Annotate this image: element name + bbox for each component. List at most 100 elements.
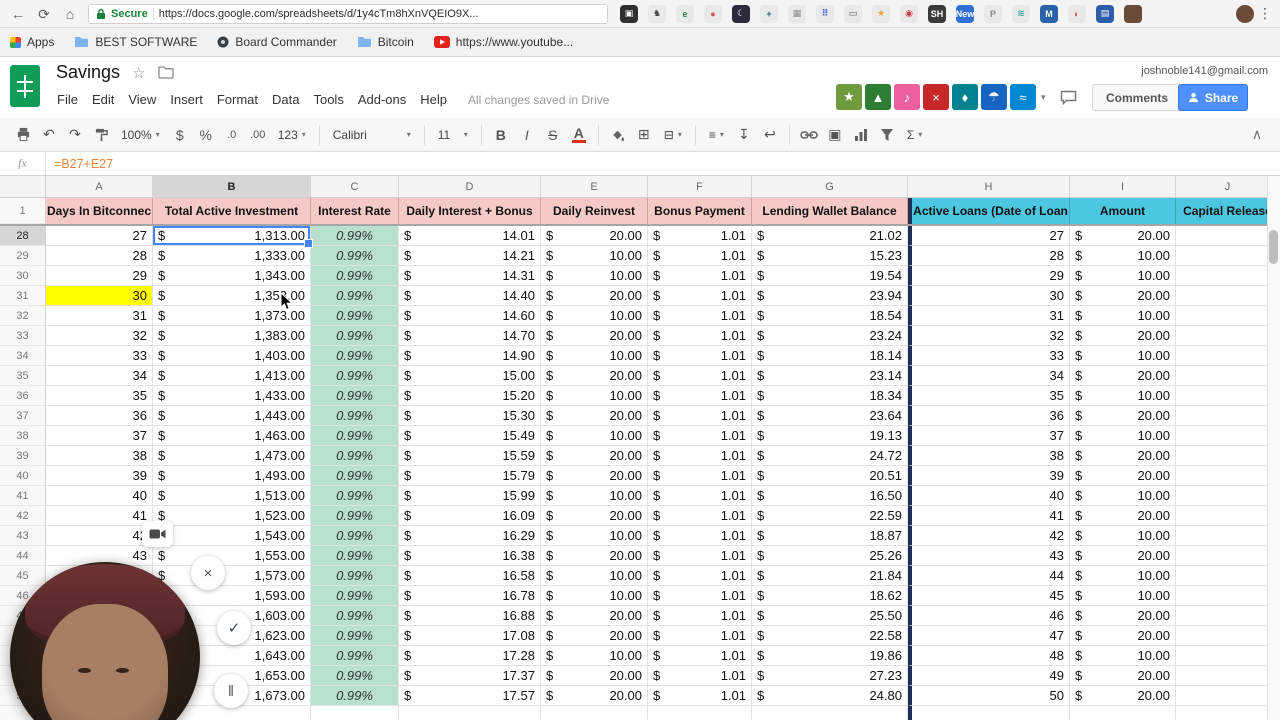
cell-H44[interactable]: 43 <box>908 546 1070 566</box>
row-header-42[interactable]: 42 <box>0 506 46 526</box>
cell-G41[interactable]: $16.50 <box>752 486 908 506</box>
cell-G51[interactable]: $24.80 <box>752 686 908 706</box>
account-email[interactable]: joshnoble141@gmail.com <box>1141 65 1268 77</box>
extension-icon[interactable]: SH <box>928 5 946 23</box>
extension-icon[interactable]: ★ <box>872 5 890 23</box>
home-icon[interactable]: ⌂ <box>58 3 82 25</box>
cell-G37[interactable]: $23.64 <box>752 406 908 426</box>
cell-C33[interactable]: 0.99% <box>311 326 399 346</box>
cell-C40[interactable]: 0.99% <box>311 466 399 486</box>
cell-B37[interactable]: $1,443.00 <box>153 406 311 426</box>
text-wrap-button[interactable]: ↩ <box>757 122 783 148</box>
cell-D46[interactable]: $16.78 <box>399 586 541 606</box>
extension-icon[interactable]: ▦ <box>788 5 806 23</box>
reload-icon[interactable]: ⟳ <box>32 3 56 25</box>
cell-I34[interactable]: $10.00 <box>1070 346 1176 366</box>
italic-button[interactable]: I <box>514 122 540 148</box>
cell-G44[interactable]: $25.26 <box>752 546 908 566</box>
row-header-31[interactable]: 31 <box>0 286 46 306</box>
bookmark-folder-best-software[interactable]: BEST SOFTWARE <box>74 35 197 49</box>
extension-icon[interactable]: ● <box>704 5 722 23</box>
cell-I28[interactable]: $20.00 <box>1070 226 1176 246</box>
cell-I45[interactable]: $10.00 <box>1070 566 1176 586</box>
cell-B34[interactable]: $1,403.00 <box>153 346 311 366</box>
row-header-29[interactable]: 29 <box>0 246 46 266</box>
cell-D30[interactable]: $14.31 <box>399 266 541 286</box>
cell-C37[interactable]: 0.99% <box>311 406 399 426</box>
cell-I39[interactable]: $20.00 <box>1070 446 1176 466</box>
cell[interactable] <box>541 706 648 720</box>
strikethrough-button[interactable]: S <box>540 122 566 148</box>
cell-C41[interactable]: 0.99% <box>311 486 399 506</box>
zoom-select[interactable]: 100%▾ <box>114 122 167 148</box>
row-header-35[interactable]: 35 <box>0 366 46 386</box>
bookmark-apps[interactable]: Apps <box>10 35 54 49</box>
cell-E40[interactable]: $20.00 <box>541 466 648 486</box>
cell-B38[interactable]: $1,463.00 <box>153 426 311 446</box>
cell-H37[interactable]: 36 <box>908 406 1070 426</box>
cell-C35[interactable]: 0.99% <box>311 366 399 386</box>
cell-D36[interactable]: $15.20 <box>399 386 541 406</box>
extension-icon[interactable]: ▣ <box>620 5 638 23</box>
column-header-A[interactable]: A <box>46 176 153 198</box>
cell-B41[interactable]: $1,513.00 <box>153 486 311 506</box>
row-header-1[interactable]: 1 <box>0 198 46 224</box>
cell-G48[interactable]: $22.58 <box>752 626 908 646</box>
cell-C31[interactable]: 0.99% <box>311 286 399 306</box>
cell-H42[interactable]: 41 <box>908 506 1070 526</box>
cell-E37[interactable]: $20.00 <box>541 406 648 426</box>
cell-E32[interactable]: $10.00 <box>541 306 648 326</box>
cell-A29[interactable]: 28 <box>46 246 153 266</box>
cell-E50[interactable]: $20.00 <box>541 666 648 686</box>
menu-edit[interactable]: Edit <box>85 89 121 110</box>
cell-E46[interactable]: $10.00 <box>541 586 648 606</box>
cell-I43[interactable]: $10.00 <box>1070 526 1176 546</box>
menu-view[interactable]: View <box>121 89 163 110</box>
cell-B44[interactable]: $1,553.00 <box>153 546 311 566</box>
header-shortcut-icon[interactable]: ♦ <box>952 84 978 110</box>
cell-C30[interactable]: 0.99% <box>311 266 399 286</box>
cell-E44[interactable]: $20.00 <box>541 546 648 566</box>
cell-C51[interactable]: 0.99% <box>311 686 399 706</box>
cell-J40[interactable] <box>1176 466 1280 486</box>
scrollbar-thumb[interactable] <box>1269 230 1278 264</box>
column-header-B[interactable]: B <box>153 176 311 198</box>
sheets-logo[interactable] <box>10 65 40 107</box>
menu-insert[interactable]: Insert <box>163 89 210 110</box>
recorder-finish-button[interactable]: ✓ <box>217 611 251 645</box>
cell[interactable] <box>311 706 399 720</box>
cell-A39[interactable]: 38 <box>46 446 153 466</box>
cell-J29[interactable] <box>1176 246 1280 266</box>
cell-B39[interactable]: $1,473.00 <box>153 446 311 466</box>
horizontal-align-button[interactable]: ≡▾ <box>702 122 731 148</box>
cell-F32[interactable]: $1.01 <box>648 306 752 326</box>
header-shortcut-icon[interactable]: ▲ <box>865 84 891 110</box>
cell-C34[interactable]: 0.99% <box>311 346 399 366</box>
cell-D39[interactable]: $15.59 <box>399 446 541 466</box>
font-size-select[interactable]: 11▾ <box>431 122 475 148</box>
cell-E41[interactable]: $10.00 <box>541 486 648 506</box>
cell[interactable] <box>1176 706 1280 720</box>
insert-link-button[interactable] <box>796 122 822 148</box>
header-cell-C[interactable]: Interest Rate <box>311 198 399 224</box>
cell-C28[interactable]: 0.99% <box>311 226 399 246</box>
recorder-close-button[interactable]: × <box>191 556 225 590</box>
cell-E33[interactable]: $20.00 <box>541 326 648 346</box>
header-shortcut-icon[interactable]: ♪ <box>894 84 920 110</box>
cell-B45[interactable]: $1,573.00 <box>153 566 311 586</box>
header-cell-D[interactable]: Daily Interest + Bonus <box>399 198 541 224</box>
extension-icon[interactable]: ⠿ <box>816 5 834 23</box>
text-color-button[interactable]: A <box>566 122 592 148</box>
cell-D47[interactable]: $16.88 <box>399 606 541 626</box>
column-header-E[interactable]: E <box>541 176 648 198</box>
cell-A37[interactable]: 36 <box>46 406 153 426</box>
extension-icon[interactable]: ♞ <box>648 5 666 23</box>
cell-H30[interactable]: 29 <box>908 266 1070 286</box>
cell-E36[interactable]: $10.00 <box>541 386 648 406</box>
cell-H39[interactable]: 38 <box>908 446 1070 466</box>
row-header-44[interactable]: 44 <box>0 546 46 566</box>
header-shortcut-icon[interactable]: ★ <box>836 84 862 110</box>
menu-tools[interactable]: Tools <box>306 89 350 110</box>
row-header-37[interactable]: 37 <box>0 406 46 426</box>
cell-G43[interactable]: $18.87 <box>752 526 908 546</box>
